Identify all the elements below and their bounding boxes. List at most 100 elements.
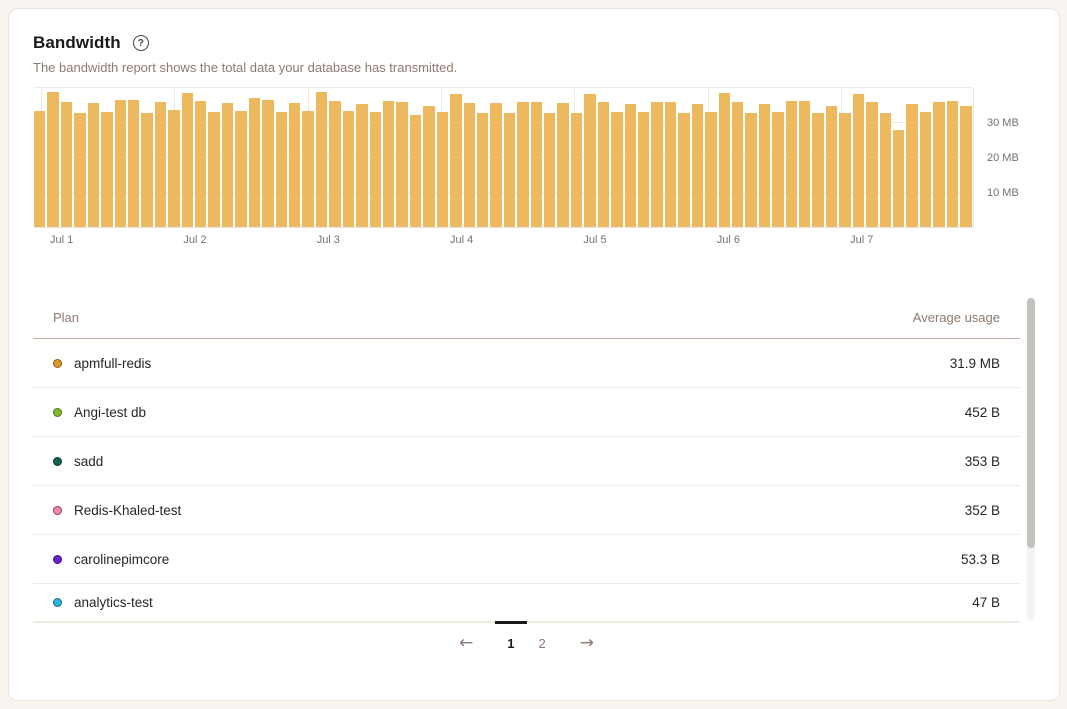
chart-bar[interactable] — [732, 102, 743, 228]
table-row[interactable]: analytics-test47 B — [33, 584, 1020, 622]
pagination-next-button[interactable]: → — [572, 623, 602, 652]
chart-bar[interactable] — [625, 104, 636, 228]
chart-bar[interactable] — [866, 102, 877, 228]
chart-bar[interactable] — [812, 113, 823, 228]
table-row[interactable]: Angi-test db452 B — [33, 388, 1020, 437]
chart-bar[interactable] — [584, 94, 595, 228]
chart-bar[interactable] — [61, 102, 72, 228]
chart-bars — [34, 88, 971, 228]
chart-bar[interactable] — [531, 102, 542, 228]
chart-bar[interactable] — [302, 111, 313, 228]
chart-bar[interactable] — [638, 112, 649, 228]
chart-bar[interactable] — [665, 102, 676, 228]
pagination-page-2[interactable]: 2 — [527, 623, 558, 651]
plan-color-dot-icon — [53, 598, 62, 607]
chart-bar[interactable] — [544, 113, 555, 228]
chart-bar[interactable] — [826, 106, 837, 229]
chart-bar[interactable] — [222, 103, 233, 228]
chart-bar[interactable] — [960, 106, 971, 228]
chart-bar[interactable] — [249, 98, 260, 228]
pagination-page-1[interactable]: 1 — [495, 623, 526, 651]
chart-bar[interactable] — [772, 112, 783, 228]
chart-bar[interactable] — [692, 104, 703, 228]
bandwidth-card: Bandwidth ? The bandwidth report shows t… — [8, 8, 1060, 701]
average-usage-value: 31.9 MB — [950, 356, 1000, 371]
card-header: Bandwidth ? — [33, 33, 1035, 53]
chart-bar[interactable] — [356, 104, 367, 228]
average-usage-value: 352 B — [965, 503, 1000, 518]
chart-bar[interactable] — [933, 102, 944, 228]
chart-bar[interactable] — [450, 94, 461, 228]
chart-bar[interactable] — [477, 113, 488, 228]
chart-bar[interactable] — [437, 112, 448, 228]
chart-bar[interactable] — [839, 113, 850, 229]
table-scrollbar-thumb[interactable] — [1027, 298, 1035, 548]
chart-bar[interactable] — [47, 92, 58, 228]
chart-bar[interactable] — [759, 104, 770, 228]
chart-x-tick-label: Jul 4 — [450, 234, 473, 246]
chart-bar[interactable] — [598, 102, 609, 228]
plan-name: Angi-test db — [74, 405, 146, 420]
chart-bar[interactable] — [410, 115, 421, 228]
chart-bar[interactable] — [517, 102, 528, 228]
chart-bar[interactable] — [141, 113, 152, 229]
chart-bar[interactable] — [853, 94, 864, 228]
table-row[interactable]: Redis-Khaled-test352 B — [33, 486, 1020, 535]
chart-bar[interactable] — [208, 112, 219, 228]
chart-bar[interactable] — [128, 100, 139, 228]
chart-bar[interactable] — [195, 101, 206, 228]
chart-bar[interactable] — [504, 113, 515, 229]
chart-baseline — [34, 227, 973, 228]
chart-bar[interactable] — [370, 112, 381, 228]
chart-bar[interactable] — [329, 101, 340, 228]
plan-cell: carolinepimcore — [53, 552, 169, 567]
chart-bar[interactable] — [182, 93, 193, 228]
chart-bar[interactable] — [786, 101, 797, 228]
chart-bar[interactable] — [423, 106, 434, 229]
chart-bar[interactable] — [343, 111, 354, 228]
chart-bar[interactable] — [893, 130, 904, 228]
table-row[interactable]: sadd353 B — [33, 437, 1020, 486]
chart-bar[interactable] — [557, 103, 568, 228]
chart-bar[interactable] — [611, 112, 622, 228]
chart-bar[interactable] — [906, 104, 917, 228]
chart-bar[interactable] — [880, 113, 891, 229]
chart-bar[interactable] — [799, 101, 810, 228]
chart-bar[interactable] — [651, 102, 662, 228]
chart-y-tick-label: 30 MB — [987, 117, 1019, 129]
chart-bar[interactable] — [383, 101, 394, 228]
chart-bar[interactable] — [235, 111, 246, 228]
plan-name: carolinepimcore — [74, 552, 169, 567]
chart-bar[interactable] — [276, 112, 287, 228]
chart-bar[interactable] — [678, 113, 689, 229]
chart-bar[interactable] — [464, 103, 475, 228]
plan-color-dot-icon — [53, 359, 62, 368]
chart-bar[interactable] — [74, 113, 85, 229]
plan-cell: apmfull-redis — [53, 356, 151, 371]
chart-bar[interactable] — [88, 103, 99, 228]
chart-bar[interactable] — [316, 92, 327, 228]
chart-bar[interactable] — [262, 100, 273, 228]
chart-bar[interactable] — [571, 113, 582, 229]
chart-y-tick-label: 10 MB — [987, 187, 1019, 199]
pagination-prev-button[interactable]: ← — [451, 623, 481, 652]
table-row[interactable]: carolinepimcore53.3 B — [33, 535, 1020, 584]
chart-bar[interactable] — [920, 112, 931, 228]
chart-bar[interactable] — [705, 112, 716, 228]
chart-bar[interactable] — [719, 93, 730, 228]
chart-bar[interactable] — [155, 102, 166, 228]
table-row[interactable]: apmfull-redis 31.9 MB — [33, 339, 1020, 388]
chart-bar[interactable] — [490, 103, 501, 228]
chart-bar[interactable] — [947, 101, 958, 228]
table-body: apmfull-redis 31.9 MB Angi-test db452 Bsad… — [33, 339, 1020, 622]
help-icon[interactable]: ? — [133, 35, 149, 51]
chart-bar[interactable] — [745, 113, 756, 229]
chart-bar[interactable] — [34, 111, 45, 228]
plan-name: analytics-test — [74, 595, 153, 610]
chart-bar[interactable] — [115, 100, 126, 228]
chart-bar[interactable] — [168, 110, 179, 228]
chart-bar[interactable] — [101, 112, 112, 228]
page-title: Bandwidth — [33, 33, 121, 53]
chart-bar[interactable] — [396, 102, 407, 228]
chart-bar[interactable] — [289, 103, 300, 228]
